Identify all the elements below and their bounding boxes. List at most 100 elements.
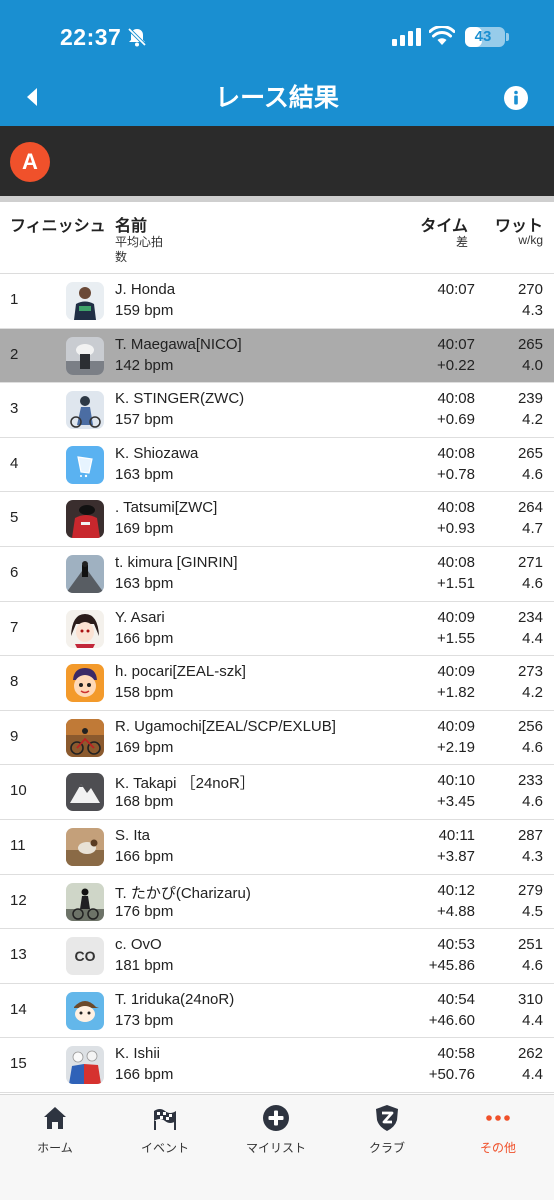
- watts-per-kg: 4.6: [522, 738, 543, 756]
- rank-cell: 1: [10, 291, 19, 308]
- rider-avatar[interactable]: [66, 391, 104, 430]
- tab-more-dots[interactable]: その他: [443, 1095, 553, 1200]
- tab-checkered-flag[interactable]: イベント: [110, 1095, 220, 1200]
- results-table-header: フィニッシュ 名前 平均心拍 数 タイム 差 ワット w/kg: [0, 202, 554, 274]
- avg-watts: 251: [517, 936, 543, 954]
- tab-home[interactable]: ホーム: [0, 1095, 110, 1200]
- rank-cell: 10: [10, 782, 27, 800]
- watts-per-kg: 4.2: [522, 411, 543, 429]
- heart-rate: 163 bpm: [115, 574, 174, 592]
- time-gap: +0.93: [437, 520, 475, 538]
- category-badge[interactable]: A: [10, 142, 50, 182]
- result-row[interactable]: 7 Y. Asari 166 bpm 40:09 +1.55 234 4.4: [0, 601, 554, 657]
- heart-rate: 157 bpm: [115, 411, 174, 429]
- watts-per-kg: 4.5: [522, 902, 543, 920]
- rider-name: J. Honda: [115, 281, 176, 298]
- heart-rate: 169 bpm: [115, 520, 174, 538]
- time-gap: +1.82: [437, 684, 475, 702]
- result-row[interactable]: 1 J. Honda 159 bpm 40:07 270 4.3: [0, 274, 554, 329]
- time-gap: +0.69: [437, 411, 475, 429]
- rank-cell: 5: [10, 509, 19, 527]
- finish-time: 40:08: [437, 499, 475, 517]
- result-row[interactable]: 8 h. pocari[ZEAL-szk] 158 bpm 40:09 +1.82 273…: [0, 656, 554, 711]
- tab-label: その他: [479, 1141, 516, 1155]
- heart-rate: 166 bpm: [115, 629, 174, 647]
- tab-plus-circle[interactable]: マイリスト: [221, 1095, 331, 1200]
- result-row[interactable]: 9 R. Ugamochi[ZEAL/SCP/EXLUB] 169 bpm 40:09…: [0, 710, 554, 766]
- plus-circle-icon: [262, 1104, 290, 1132]
- result-row[interactable]: 5 . Tatsumi[ZWC] 169 bpm 40:08 +0.93 264 4.7: [0, 492, 554, 547]
- rider-avatar[interactable]: CO: [66, 937, 104, 976]
- heart-rate: 166 bpm: [115, 847, 174, 865]
- finish-time: 40:09: [437, 608, 475, 626]
- rider-avatar[interactable]: [66, 773, 104, 812]
- finish-time: 40:58: [437, 1045, 475, 1063]
- finish-time: 40:11: [438, 826, 475, 844]
- rider-name: h. pocari[ZEAL-szk]: [115, 663, 246, 681]
- results-list: 1 J. Honda 159 bpm 40:07 270 4.3 2 T. Maegawa[N…: [0, 274, 554, 1093]
- rank-cell: 2: [10, 345, 19, 363]
- avg-watts: 265: [517, 444, 543, 462]
- result-row[interactable]: 4 K. Shiozawa 163 bpm 40:08 +0.78 265 4.6: [0, 437, 554, 493]
- result-row[interactable]: 6 t. kimura [GINRIN] 163 bpm 40:08 +1.51 271 4…: [0, 546, 554, 602]
- rider-avatar[interactable]: [66, 882, 104, 921]
- avg-watts: 273: [517, 663, 543, 681]
- time-gap: +0.22: [437, 356, 475, 374]
- watts-per-kg: 4.3: [522, 847, 543, 865]
- rider-name: c. OvO: [115, 936, 162, 954]
- rider-name: . Tatsumi[ZWC]: [115, 499, 218, 517]
- result-row[interactable]: 14 T. 1riduka(24noR) 173 bpm 40:54 +46.60 310…: [0, 983, 554, 1039]
- result-row[interactable]: 2 T. Maegawa[NICO] 142 bpm 40:07 +0.22 265 4.0: [0, 328, 554, 384]
- rider-avatar[interactable]: [66, 827, 104, 866]
- avg-watts: 233: [517, 772, 543, 790]
- finish-time: 40:08: [437, 390, 475, 408]
- rider-avatar[interactable]: [66, 1046, 104, 1085]
- result-row[interactable]: 12 T. たかぴ(Charizaru) 176 bpm 40:12 +4.88 279 4…: [0, 874, 554, 930]
- rank-cell: 14: [10, 1000, 27, 1018]
- watts-per-kg: 4.6: [522, 574, 543, 592]
- tab-bar: ホーム イベント マイリスト クラブ その他: [0, 1094, 554, 1200]
- time-gap: +2.19: [437, 738, 475, 756]
- rider-avatar[interactable]: [66, 282, 104, 320]
- rider-avatar[interactable]: [66, 718, 104, 757]
- rider-name: S. Ita: [115, 826, 151, 844]
- result-row[interactable]: 11 S. Ita 166 bpm 40:11 +3.87 287 4.3: [0, 819, 554, 875]
- category-bar: A: [0, 126, 554, 196]
- heart-rate: 169 bpm: [115, 738, 174, 756]
- rider-avatar[interactable]: [66, 336, 104, 375]
- tab-club-shield[interactable]: クラブ: [332, 1095, 442, 1200]
- rider-avatar[interactable]: [66, 500, 104, 539]
- result-row[interactable]: 15 K. Ishii 166 bpm 40:58 +50.76 262 4.4: [0, 1038, 554, 1093]
- more-dots-icon: [484, 1104, 512, 1132]
- rider-avatar[interactable]: [66, 609, 104, 648]
- rider-avatar[interactable]: [66, 554, 104, 593]
- finish-time: 40:07: [437, 281, 475, 298]
- header-finish: フィニッシュ: [10, 218, 106, 235]
- rider-avatar[interactable]: [66, 445, 104, 484]
- watts-per-kg: 4.6: [522, 957, 543, 975]
- status-time: 22:37: [60, 24, 122, 50]
- time-gap: +1.51: [437, 574, 475, 592]
- rank-cell: 4: [10, 454, 19, 472]
- result-row[interactable]: 3 K. STINGER(ZWC) 157 bpm 40:08 +0.69 239 4.2: [0, 383, 554, 438]
- heart-rate: 168 bpm: [115, 793, 174, 811]
- result-row[interactable]: 10 K. Takapi ［24noR］ 168 bpm 40:10 +3.45 233 4…: [0, 765, 554, 820]
- watts-per-kg: 4.2: [522, 684, 543, 702]
- rider-name: Y. Asari: [115, 608, 165, 626]
- result-row[interactable]: 13 CO c. OvO 181 bpm 40:53 +45.86 251 4.6: [0, 929, 554, 984]
- rank-cell: 11: [10, 836, 26, 854]
- tab-label: ホーム: [37, 1141, 73, 1155]
- avg-watts: 287: [517, 826, 543, 844]
- header-heart-rate-2: 数: [115, 250, 128, 264]
- header-gap: 差: [455, 235, 468, 249]
- rider-avatar[interactable]: [66, 664, 104, 703]
- heart-rate: 166 bpm: [115, 1066, 174, 1084]
- rank-cell: 3: [10, 400, 19, 418]
- avg-watts: 279: [517, 881, 543, 899]
- info-icon[interactable]: [503, 85, 529, 111]
- rider-avatar[interactable]: [66, 991, 104, 1030]
- finish-time: 40:09: [437, 717, 475, 735]
- battery-tip: [506, 33, 509, 41]
- rider-name: R. Ugamochi[ZEAL/SCP/EXLUB]: [115, 717, 336, 735]
- heart-rate: 176 bpm: [115, 902, 174, 920]
